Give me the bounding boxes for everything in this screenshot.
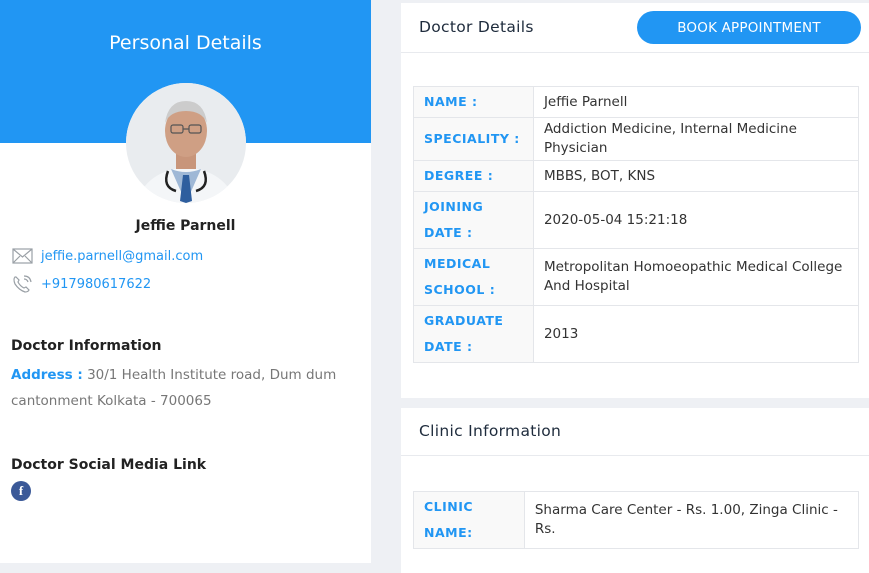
row-label: SPECIALITY : <box>413 117 534 161</box>
row-value: Sharma Care Center - Rs. 1.00, Zinga Cli… <box>523 491 860 549</box>
table-row: DEGREE : MBBS, BOT, KNS <box>413 160 860 192</box>
row-label: JOINING DATE : <box>413 191 534 249</box>
social-media-title: Doctor Social Media Link <box>11 457 207 473</box>
table-row: NAME : Jeffie Parnell <box>413 86 860 118</box>
doctor-name: Jeffie Parnell <box>135 218 236 234</box>
doctor-details-table: NAME : Jeffie Parnell SPECIALITY : Addic… <box>413 86 860 363</box>
table-row: CLINIC NAME: Sharma Care Center - Rs. 1.… <box>413 491 860 549</box>
book-appointment-button[interactable]: BOOK APPOINTMENT <box>637 11 861 44</box>
row-label: DEGREE : <box>413 160 534 192</box>
clinic-information-header: Clinic Information <box>401 408 869 456</box>
row-label: CLINIC NAME: <box>413 491 525 549</box>
row-value: Jeffie Parnell <box>532 86 860 118</box>
row-value: MBBS, BOT, KNS <box>532 160 860 192</box>
row-label: MEDICAL SCHOOL : <box>413 248 534 306</box>
personal-details-card: Personal Details Jeffie Parnell jeffie.p… <box>0 0 371 563</box>
clinic-information-card: Clinic Information CLINIC NAME: Sharma C… <box>401 408 869 573</box>
email-row: jeffie.parnell@gmail.com <box>12 248 203 264</box>
row-value: 2020-05-04 15:21:18 <box>532 191 860 249</box>
phone-icon <box>13 275 32 293</box>
doctor-details-card: Doctor Details BOOK APPOINTMENT NAME : J… <box>401 3 869 398</box>
table-row: SPECIALITY : Addiction Medicine, Interna… <box>413 117 860 161</box>
email-link[interactable]: jeffie.parnell@gmail.com <box>41 249 203 264</box>
address: Address : 30/1 Health Institute road, Du… <box>11 362 361 414</box>
row-label: GRADUATE DATE : <box>413 305 534 363</box>
phone-link[interactable]: +917980617622 <box>41 277 151 292</box>
row-value: Addiction Medicine, Internal Medicine Ph… <box>532 117 860 161</box>
clinic-information-table: CLINIC NAME: Sharma Care Center - Rs. 1.… <box>413 491 860 549</box>
doctor-information-title: Doctor Information <box>11 338 162 354</box>
row-value: 2013 <box>532 305 860 363</box>
avatar <box>126 83 246 203</box>
table-row: MEDICAL SCHOOL : Metropolitan Homoeopath… <box>413 248 860 306</box>
clinic-information-title: Clinic Information <box>419 422 562 440</box>
doctor-details-header: Doctor Details BOOK APPOINTMENT <box>401 3 869 53</box>
address-label: Address : <box>11 367 83 383</box>
doctor-details-title: Doctor Details <box>419 18 534 36</box>
row-label: NAME : <box>413 86 534 118</box>
table-row: JOINING DATE : 2020-05-04 15:21:18 <box>413 191 860 249</box>
mail-icon <box>12 248 33 264</box>
facebook-icon[interactable]: f <box>11 481 31 501</box>
row-value: Metropolitan Homoeopathic Medical Colleg… <box>532 248 860 306</box>
personal-details-title: Personal Details <box>109 32 262 54</box>
table-row: GRADUATE DATE : 2013 <box>413 305 860 363</box>
phone-row: +917980617622 <box>12 275 151 293</box>
